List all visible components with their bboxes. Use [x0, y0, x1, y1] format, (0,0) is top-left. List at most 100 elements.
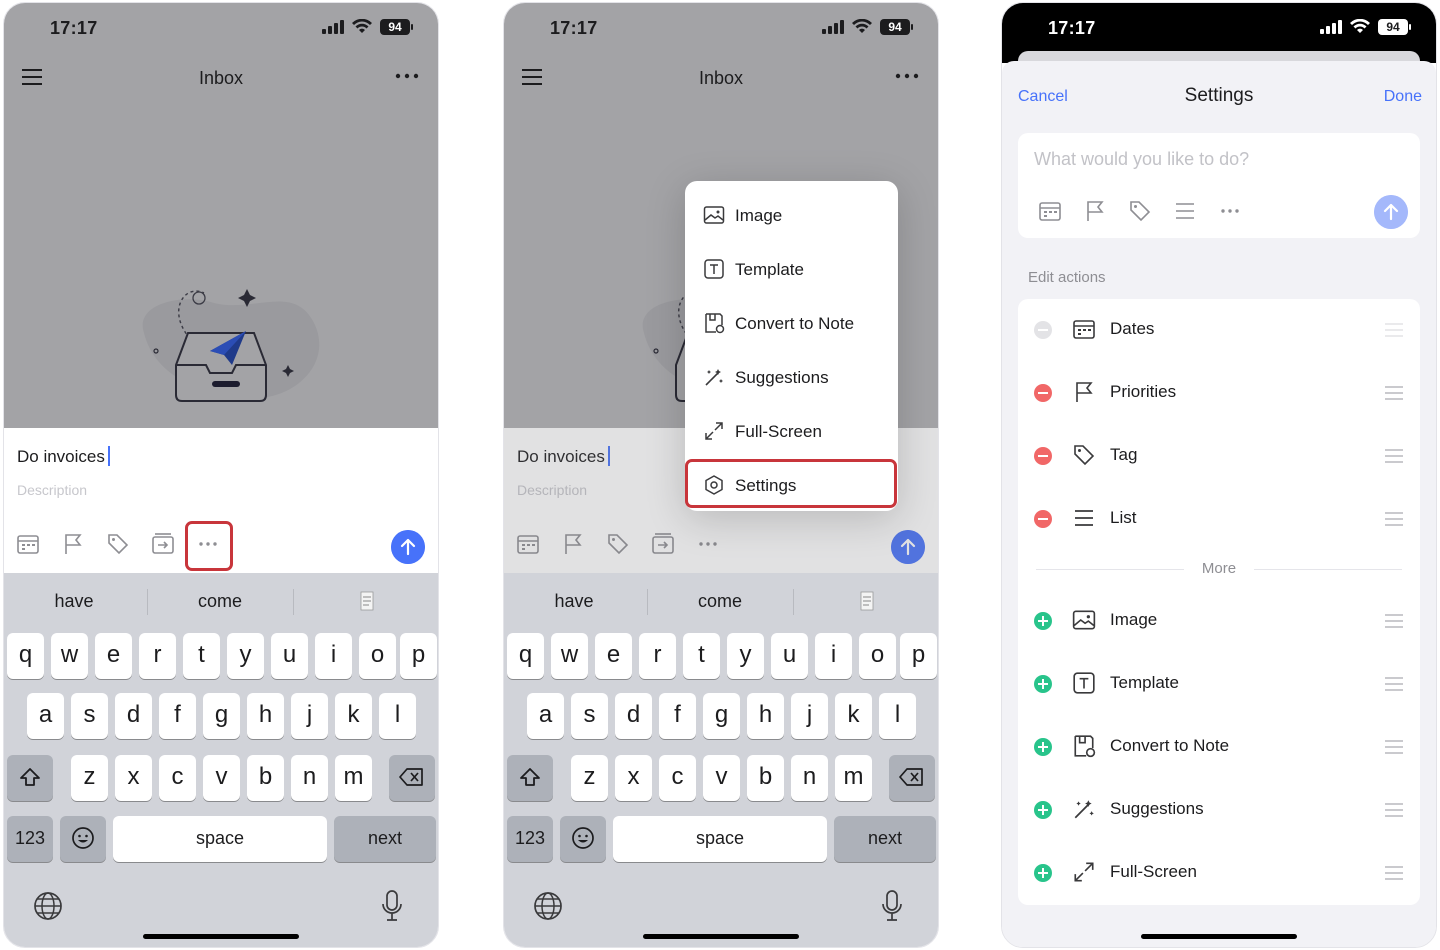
key-x[interactable]: x — [615, 755, 652, 801]
key-h[interactable]: h — [747, 693, 784, 739]
key-k[interactable]: k — [335, 693, 372, 739]
key-z[interactable]: z — [71, 755, 108, 801]
key-a[interactable]: a — [27, 693, 64, 739]
key-f[interactable]: f — [159, 693, 196, 739]
suggestion-2[interactable]: come — [160, 591, 280, 612]
microphone-icon[interactable] — [880, 889, 904, 923]
key-i[interactable]: i — [815, 633, 852, 679]
key-y[interactable]: y — [727, 633, 764, 679]
emoji-key[interactable] — [560, 816, 606, 862]
key-s[interactable]: s — [571, 693, 608, 739]
key-y[interactable]: y — [227, 633, 264, 679]
key-q[interactable]: q — [507, 633, 544, 679]
tag-icon[interactable] — [106, 532, 130, 556]
key-p[interactable]: p — [900, 633, 937, 679]
more-options-icon[interactable] — [894, 65, 920, 87]
key-g[interactable]: g — [203, 693, 240, 739]
suggestion-1[interactable]: have — [514, 591, 634, 612]
microphone-icon[interactable] — [380, 889, 404, 923]
key-n[interactable]: n — [291, 755, 328, 801]
description-input[interactable]: Description — [17, 482, 87, 498]
key-l[interactable]: l — [379, 693, 416, 739]
key-d[interactable]: d — [615, 693, 652, 739]
key-t[interactable]: t — [183, 633, 220, 679]
shift-key[interactable] — [7, 755, 53, 801]
task-input-placeholder[interactable]: What would you like to do? — [1034, 149, 1249, 170]
key-l[interactable]: l — [879, 693, 916, 739]
receipt-emoji-icon[interactable] — [360, 591, 374, 611]
shift-key[interactable] — [507, 755, 553, 801]
key-n[interactable]: n — [791, 755, 828, 801]
more-options-icon[interactable] — [394, 65, 420, 87]
add-action-button[interactable] — [1034, 612, 1052, 630]
flag-icon[interactable] — [61, 532, 85, 556]
remove-action-button[interactable] — [1034, 447, 1052, 465]
drag-handle-icon[interactable] — [1384, 865, 1404, 881]
next-key[interactable]: next — [834, 816, 936, 862]
emoji-key[interactable] — [60, 816, 106, 862]
remove-action-button[interactable] — [1034, 510, 1052, 528]
menu-item-full-screen[interactable]: Full-Screen — [685, 403, 898, 457]
add-action-button[interactable] — [1034, 864, 1052, 882]
numbers-key[interactable]: 123 — [7, 816, 53, 862]
key-j[interactable]: j — [291, 693, 328, 739]
key-o[interactable]: o — [859, 633, 896, 679]
key-t[interactable]: t — [683, 633, 720, 679]
key-p[interactable]: p — [400, 633, 437, 679]
drag-handle-icon[interactable] — [1384, 385, 1404, 401]
key-u[interactable]: u — [771, 633, 808, 679]
send-button[interactable] — [391, 530, 425, 564]
drag-handle-icon[interactable] — [1384, 802, 1404, 818]
key-j[interactable]: j — [791, 693, 828, 739]
key-m[interactable]: m — [335, 755, 372, 801]
key-g[interactable]: g — [703, 693, 740, 739]
suggestion-2[interactable]: come — [660, 591, 780, 612]
key-x[interactable]: x — [115, 755, 152, 801]
key-r[interactable]: r — [139, 633, 176, 679]
key-k[interactable]: k — [835, 693, 872, 739]
delete-key[interactable] — [389, 755, 435, 801]
menu-item-convert-to-note[interactable]: Convert to Note — [685, 295, 898, 349]
key-f[interactable]: f — [659, 693, 696, 739]
add-action-button[interactable] — [1034, 738, 1052, 756]
drag-handle-icon[interactable] — [1384, 739, 1404, 755]
add-action-button[interactable] — [1034, 801, 1052, 819]
key-s[interactable]: s — [71, 693, 108, 739]
numbers-key[interactable]: 123 — [507, 816, 553, 862]
key-b[interactable]: b — [747, 755, 784, 801]
key-c[interactable]: c — [159, 755, 196, 801]
globe-icon[interactable] — [533, 891, 563, 921]
key-v[interactable]: v — [203, 755, 240, 801]
drag-handle-icon[interactable] — [1384, 613, 1404, 629]
calendar-icon[interactable] — [16, 532, 40, 556]
key-h[interactable]: h — [247, 693, 284, 739]
key-e[interactable]: e — [595, 633, 632, 679]
key-r[interactable]: r — [639, 633, 676, 679]
drag-handle-icon[interactable] — [1384, 448, 1404, 464]
remove-action-button[interactable] — [1034, 384, 1052, 402]
delete-key[interactable] — [889, 755, 935, 801]
globe-icon[interactable] — [33, 891, 63, 921]
key-d[interactable]: d — [115, 693, 152, 739]
drag-handle-icon[interactable] — [1384, 676, 1404, 692]
key-v[interactable]: v — [703, 755, 740, 801]
key-q[interactable]: q — [7, 633, 44, 679]
space-key[interactable]: space — [613, 816, 827, 862]
key-z[interactable]: z — [571, 755, 608, 801]
key-w[interactable]: w — [51, 633, 88, 679]
key-a[interactable]: a — [527, 693, 564, 739]
suggestion-1[interactable]: have — [14, 591, 134, 612]
key-w[interactable]: w — [551, 633, 588, 679]
menu-item-suggestions[interactable]: Suggestions — [685, 349, 898, 403]
key-e[interactable]: e — [95, 633, 132, 679]
next-key[interactable]: next — [334, 816, 436, 862]
key-o[interactable]: o — [359, 633, 396, 679]
space-key[interactable]: space — [113, 816, 327, 862]
menu-item-image[interactable]: Image — [685, 187, 898, 241]
done-button[interactable]: Done — [1384, 88, 1422, 106]
receipt-emoji-icon[interactable] — [860, 591, 874, 611]
key-b[interactable]: b — [247, 755, 284, 801]
menu-item-template[interactable]: Template — [685, 241, 898, 295]
key-i[interactable]: i — [315, 633, 352, 679]
move-to-list-icon[interactable] — [151, 532, 175, 556]
